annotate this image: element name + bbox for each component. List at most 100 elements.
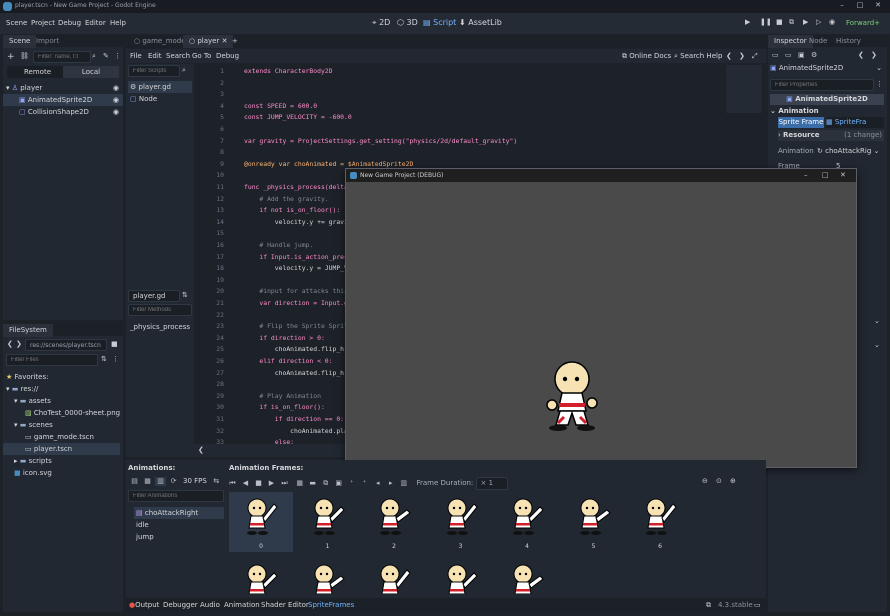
loop-icon[interactable]: ⇆	[211, 477, 222, 486]
file-player-tscn[interactable]: ▭ player.tscn	[3, 443, 120, 455]
visibility-icon[interactable]: ◉	[113, 82, 119, 94]
tree-item-animatedsprite2d[interactable]: ▣ AnimatedSprite2D ◉	[3, 94, 123, 106]
tab-player[interactable]: ○ player ✕	[183, 35, 234, 48]
paste-icon[interactable]: ▣	[333, 479, 344, 488]
frame-cell[interactable]: 1	[296, 492, 360, 552]
visibility-icon[interactable]: ◉	[113, 94, 119, 106]
move-right-icon[interactable]: ▸	[385, 479, 396, 488]
delete-icon[interactable]: ▥	[155, 477, 166, 486]
play-backwards-icon[interactable]: ◀	[240, 479, 251, 488]
stop-icon[interactable]: ■	[776, 18, 783, 26]
minimap[interactable]	[726, 65, 762, 113]
tab-spriteframes[interactable]: SpriteFrames	[308, 601, 354, 609]
folder-res[interactable]: ▾ ▬ res://	[3, 383, 123, 395]
remote-button[interactable]: Remote	[24, 68, 51, 76]
play-icon[interactable]: ▶	[745, 18, 750, 26]
play-backwards-start-icon[interactable]: ⏮	[227, 479, 238, 488]
collapse-panel-icon[interactable]: ❮	[198, 446, 204, 454]
folder-scenes[interactable]: ▾ ▬ scenes	[3, 419, 123, 431]
frame-cell[interactable]: 0	[229, 492, 293, 552]
add-animation-icon[interactable]: ▤	[129, 477, 140, 486]
menu-icon[interactable]: ⋮	[876, 80, 883, 88]
frame-cell[interactable]	[495, 558, 559, 594]
copy-icon[interactable]: ⧉	[320, 479, 331, 488]
tab-filesystem[interactable]: FileSystem	[3, 324, 53, 337]
folder-scripts[interactable]: ▸ ▬ scripts	[3, 455, 123, 467]
script-item-node[interactable]: ▢ Node	[128, 93, 194, 105]
tab-history[interactable]: History	[830, 35, 867, 48]
layout-icon[interactable]: ▭	[754, 601, 761, 609]
frame-cell[interactable]: 3	[429, 492, 493, 552]
pause-icon[interactable]: ❚❚	[760, 18, 772, 26]
zoom-in-icon[interactable]: ⊕	[730, 477, 736, 485]
movie-icon[interactable]: ◉	[829, 18, 835, 26]
path-field[interactable]: res://scenes/player.tscn	[25, 339, 107, 351]
copy-version-icon[interactable]: ⧉	[706, 601, 711, 610]
stop-anim-icon[interactable]: ■	[253, 479, 264, 488]
menu-search[interactable]: Search	[166, 52, 190, 60]
prev-script-icon[interactable]: ❮	[726, 52, 732, 60]
tab-node[interactable]: Node	[803, 35, 833, 48]
back-icon[interactable]: ❮	[7, 340, 13, 348]
add-node-icon[interactable]: +	[7, 52, 15, 62]
menu-goto[interactable]: Go To	[192, 52, 211, 60]
workspace-script[interactable]: ▤ Script	[423, 18, 456, 27]
save-icon[interactable]: ▣	[798, 51, 805, 59]
file-icon-svg[interactable]: ■ icon.svg	[3, 467, 123, 479]
workspace-assetlib[interactable]: ⬇ AssetLib	[459, 18, 502, 27]
chevron-left-icon[interactable]: ⌄	[874, 341, 880, 349]
frame-cell[interactable]	[229, 558, 293, 594]
frame-cell[interactable]: 5	[562, 492, 626, 552]
folder-assets[interactable]: ▾ ▬ assets	[3, 395, 123, 407]
minimize-icon[interactable]: –	[836, 1, 848, 9]
open-folder-icon[interactable]: ▬	[307, 479, 318, 488]
duplicate-icon[interactable]: ▦	[142, 477, 153, 486]
menu-edit[interactable]: Edit	[148, 52, 162, 60]
tab-output[interactable]: ●Output	[129, 601, 159, 609]
animation-item-attack[interactable]: ▤ choAttackRight	[134, 507, 224, 519]
renderer-select[interactable]: Forward+	[846, 19, 880, 27]
menu-file[interactable]: File	[130, 52, 142, 60]
tab-import[interactable]: Import	[30, 35, 65, 48]
node-selector[interactable]: ▣ AnimatedSprite2D ⌄	[770, 64, 884, 76]
autoplay-icon[interactable]: ⟳	[168, 477, 179, 486]
fps-field[interactable]: 30 FPS	[183, 477, 207, 485]
close-tab-icon[interactable]: ✕	[222, 37, 228, 45]
tab-shader-editor[interactable]: Shader Editor	[261, 601, 309, 609]
sort-icon[interactable]: ⌕	[182, 66, 186, 75]
play-custom-icon[interactable]: ▷	[816, 18, 821, 26]
menu-scene[interactable]: Scene	[6, 19, 27, 27]
menu-project[interactable]: Project	[31, 19, 55, 27]
insert-after-icon[interactable]: ⁺	[359, 479, 370, 488]
script-attach-icon[interactable]: ✎	[103, 52, 109, 60]
sprite-frames-property[interactable]: Sprite Frame ↻	[778, 117, 824, 137]
section-animation[interactable]: ⌄ Animation	[770, 106, 884, 117]
link-icon[interactable]: ⛓	[20, 52, 29, 60]
filter-files-input[interactable]	[6, 354, 98, 366]
frame-cell[interactable]	[296, 558, 360, 594]
scene-filter-input[interactable]	[33, 51, 91, 63]
menu-icon[interactable]: ⋮	[112, 355, 119, 363]
zoom-out-icon[interactable]: ⊖	[702, 477, 708, 485]
visibility-icon[interactable]: ◉	[113, 106, 119, 118]
next-script-icon[interactable]: ❯	[739, 52, 745, 60]
script-item-player-gd[interactable]: ⚙ player.gd	[128, 81, 192, 93]
menu-debug-script[interactable]: Debug	[216, 52, 239, 60]
tab-audio[interactable]: Audio	[200, 601, 220, 609]
distraction-free-icon[interactable]: ⤢	[752, 52, 758, 61]
menu-debug[interactable]: Debug	[58, 19, 81, 27]
frame-cell[interactable]	[429, 558, 493, 594]
maximize-icon[interactable]: □	[854, 1, 866, 9]
move-left-icon[interactable]: ◂	[372, 479, 383, 488]
frame-cell[interactable]: 6	[628, 492, 692, 552]
frame-duration-field[interactable]: × 1	[475, 477, 508, 490]
load-sheet-icon[interactable]: ▦	[294, 479, 305, 488]
maximize-icon[interactable]: □	[822, 171, 829, 179]
tree-item-collisionshape2d[interactable]: ▢ CollisionShape2D ◉	[3, 106, 123, 118]
menu-help[interactable]: Help	[110, 19, 126, 27]
insert-before-icon[interactable]: ⁺	[346, 479, 357, 488]
play-start-icon[interactable]: ⏭	[279, 479, 290, 488]
workspace-2d[interactable]: ⌖ 2D	[372, 18, 390, 28]
filter-methods-input[interactable]	[128, 304, 192, 316]
play-scene-icon[interactable]: ▶	[803, 18, 808, 26]
